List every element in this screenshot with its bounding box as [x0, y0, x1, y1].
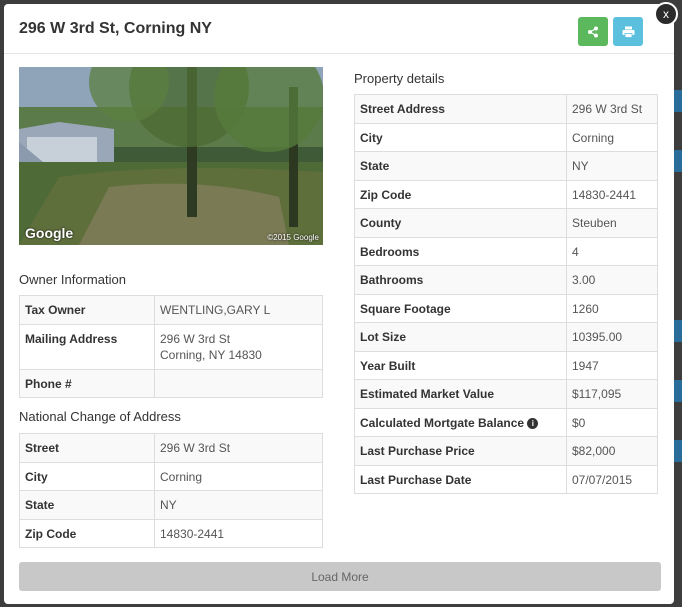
table-row: Zip Code 14830-2441 — [354, 179, 658, 209]
photo-copyright: ©2015 Google — [267, 233, 319, 242]
google-logo: Google — [25, 225, 74, 241]
row-value: $0 — [566, 407, 658, 437]
table-row: Estimated Market Value $117,095 — [354, 379, 658, 409]
table-row: Zip Code 14830-2441 — [19, 518, 323, 548]
backdrop-strip — [674, 320, 682, 342]
row-label: Zip Code — [354, 179, 567, 209]
print-button[interactable] — [613, 17, 643, 46]
table-row: Tax Owner WENTLING,GARY L — [19, 295, 323, 325]
backdrop-strip — [674, 440, 682, 462]
row-value — [154, 368, 323, 398]
row-value: 296 W 3rd St — [566, 94, 658, 124]
row-value: 3.00 — [566, 265, 658, 295]
table-row: Street Address 296 W 3rd St — [354, 94, 658, 124]
row-value: 14830-2441 — [566, 179, 658, 209]
row-label: City — [354, 122, 567, 152]
row-label: State — [354, 151, 567, 181]
table-row: State NY — [19, 490, 323, 520]
row-label: City — [19, 461, 155, 491]
table-row: City Corning — [354, 122, 658, 152]
row-value: NY — [154, 490, 323, 520]
load-more-button[interactable]: Load More — [19, 562, 661, 591]
property-details-table: Street Address 296 W 3rd St City Corning S… — [354, 94, 658, 494]
mailing-address-line1: 296 W 3rd St — [160, 331, 231, 346]
row-value: Corning — [154, 461, 323, 491]
table-row: Bathrooms 3.00 — [354, 265, 658, 295]
row-label-text: Calculated Mortgate Balance — [360, 415, 525, 430]
row-label: Square Footage — [354, 293, 567, 323]
backdrop-strip — [674, 380, 682, 402]
row-value: 1260 — [566, 293, 658, 323]
row-label: Last Purchase Date — [354, 464, 567, 494]
row-label: Zip Code — [19, 518, 155, 548]
row-label: Year Built — [354, 350, 567, 380]
row-label: Street — [19, 433, 155, 463]
table-row: Bedrooms 4 — [354, 236, 658, 266]
table-row: Street 296 W 3rd St — [19, 433, 323, 463]
row-label: Calculated Mortgate Balance i — [354, 407, 567, 437]
owner-info-table: Tax Owner WENTLING,GARY L Mailing Addres… — [19, 295, 323, 398]
table-row: County Steuben — [354, 208, 658, 238]
row-label: Last Purchase Price — [354, 436, 567, 466]
table-row: City Corning — [19, 461, 323, 491]
share-button[interactable] — [578, 17, 608, 46]
table-row: Year Built 1947 — [354, 350, 658, 380]
table-row: State NY — [354, 151, 658, 181]
row-value: $82,000 — [566, 436, 658, 466]
close-icon: x — [663, 7, 669, 21]
property-details-title: Property details — [354, 71, 445, 86]
row-value: WENTLING,GARY L — [154, 295, 323, 325]
row-label: Estimated Market Value — [354, 379, 567, 409]
backdrop-strip — [674, 90, 682, 112]
row-value: Corning — [566, 122, 658, 152]
row-label: Bathrooms — [354, 265, 567, 295]
info-icon[interactable]: i — [527, 417, 539, 429]
row-value: 07/07/2015 — [566, 464, 658, 494]
row-value: 296 W 3rd St — [154, 433, 323, 463]
row-label: Mailing Address — [19, 323, 155, 370]
street-view-image — [19, 67, 323, 245]
backdrop-strip — [674, 150, 682, 172]
table-row: Last Purchase Price $82,000 — [354, 436, 658, 466]
ncoa-table: Street 296 W 3rd St City Corning State N… — [19, 433, 323, 548]
close-button[interactable]: x — [654, 2, 678, 26]
row-label: Phone # — [19, 368, 155, 398]
ncoa-title: National Change of Address — [19, 409, 181, 424]
table-row: Square Footage 1260 — [354, 293, 658, 323]
print-icon — [622, 26, 634, 38]
property-modal: 296 W 3rd St, Corning NY x Google ©2015 … — [4, 2, 678, 604]
row-value: 296 W 3rd St Corning, NY 14830 — [154, 323, 323, 370]
row-value: 10395.00 — [566, 322, 658, 352]
mailing-address-line2: Corning, NY 14830 — [160, 348, 262, 362]
owner-info-title: Owner Information — [19, 272, 126, 287]
row-value: 1947 — [566, 350, 658, 380]
table-row: Phone # — [19, 368, 323, 398]
modal-title: 296 W 3rd St, Corning NY — [19, 20, 212, 37]
row-label: State — [19, 490, 155, 520]
modal-header: 296 W 3rd St, Corning NY x — [4, 2, 678, 54]
row-value: 4 — [566, 236, 658, 266]
row-label: County — [354, 208, 567, 238]
row-label: Tax Owner — [19, 295, 155, 325]
share-icon — [588, 26, 598, 37]
table-row: Calculated Mortgate Balance i $0 — [354, 407, 658, 437]
row-value: NY — [566, 151, 658, 181]
table-row: Mailing Address 296 W 3rd St Corning, NY… — [19, 323, 323, 370]
row-label: Bedrooms — [354, 236, 567, 266]
street-view-photo: Google ©2015 Google — [19, 67, 323, 245]
row-value: $117,095 — [566, 379, 658, 409]
table-row: Lot Size 10395.00 — [354, 322, 658, 352]
row-label: Street Address — [354, 94, 567, 124]
row-label: Lot Size — [354, 322, 567, 352]
row-value: Steuben — [566, 208, 658, 238]
table-row: Last Purchase Date 07/07/2015 — [354, 464, 658, 494]
row-value: 14830-2441 — [154, 518, 323, 548]
